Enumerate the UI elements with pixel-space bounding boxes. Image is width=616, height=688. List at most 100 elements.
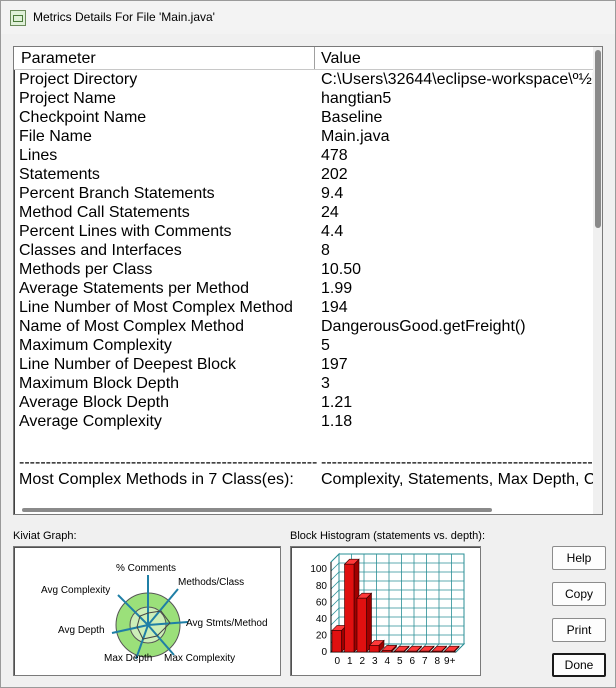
row-value: 24 <box>321 204 339 221</box>
table-row[interactable]: File Name Main.java <box>14 128 602 147</box>
histogram-x-tick-label: 8 <box>434 656 440 667</box>
table-row[interactable]: Average Block Depth 1.21 <box>14 394 602 413</box>
row-value: 197 <box>321 356 348 373</box>
table-row[interactable]: Name of Most Complex Method DangerousGood… <box>14 318 602 337</box>
row-value: 5 <box>321 337 330 354</box>
row-value: 1.21 <box>321 394 353 411</box>
table-row[interactable]: Maximum Block Depth 3 <box>14 375 602 394</box>
table-row[interactable]: Percent Lines with Comments 4.4 <box>14 223 602 242</box>
table-row[interactable]: Line Number of Most Complex Method 194 <box>14 299 602 318</box>
histogram-x-tick-label: 5 <box>397 656 403 667</box>
row-value: DangerousGood.getFreight() <box>321 318 526 335</box>
help-button[interactable]: Help <box>552 546 606 570</box>
row-parameter: Statements <box>19 166 100 183</box>
row-parameter: Percent Lines with Comments <box>19 223 232 240</box>
table-row[interactable]: Average Complexity 1.18 <box>14 413 602 432</box>
metrics-details-window: Metrics Details For File 'Main.java' Par… <box>0 0 616 688</box>
table-row[interactable]: Maximum Complexity 5 <box>14 337 602 356</box>
row-parameter: Name of Most Complex Method <box>19 318 244 335</box>
row-parameter: Lines <box>19 147 58 164</box>
table-row[interactable]: Methods per Class 10.50 <box>14 261 602 280</box>
table-row[interactable]: Lines 478 <box>14 147 602 166</box>
summary-row[interactable]: Most Complex Methods in 7 Class(es): Com… <box>14 471 602 490</box>
row-value: 4.4 <box>321 223 344 240</box>
copy-button[interactable]: Copy <box>552 582 606 606</box>
window-title: Metrics Details For File 'Main.java' <box>33 10 215 24</box>
kiviat-panel: % Comments Methods/Class Avg Stmts/Metho… <box>13 546 281 676</box>
row-parameter: Line Number of Deepest Block <box>19 356 236 373</box>
row-value: 478 <box>321 147 348 164</box>
row-value: 10.50 <box>321 261 362 278</box>
histogram-y-tick-label: 60 <box>316 597 328 608</box>
histogram-x-tick-label: 3 <box>372 656 378 667</box>
histogram-label: Block Histogram (statements vs. depth): <box>290 530 486 542</box>
row-parameter: Method Call Statements <box>19 204 190 221</box>
separator-param: ----------------------------------------… <box>19 454 318 471</box>
row-parameter: File Name <box>19 128 92 145</box>
row-value: Baseline <box>321 109 383 126</box>
histogram-y-tick-label: 100 <box>310 564 327 575</box>
histogram-x-tick-label: 9+ <box>444 656 456 667</box>
row-parameter: Average Complexity <box>19 413 162 430</box>
header-parameter[interactable]: Parameter <box>21 50 96 68</box>
row-parameter: Checkpoint Name <box>19 109 147 126</box>
row-value: 8 <box>321 242 330 259</box>
histogram-x-tick-label: 7 <box>422 656 428 667</box>
table-row[interactable]: Line Number of Deepest Block 197 <box>14 356 602 375</box>
app-icon <box>10 10 26 26</box>
kiviat-graph: % Comments Methods/Class Avg Stmts/Metho… <box>41 563 268 664</box>
kiviat-axis-methods-class: Methods/Class <box>178 577 244 588</box>
histogram-y-tick-label: 80 <box>316 581 328 592</box>
histogram-y-tick-label: 0 <box>321 647 327 658</box>
header-divider[interactable] <box>314 47 315 69</box>
row-parameter: Maximum Complexity <box>19 337 172 354</box>
row-parameter: Classes and Interfaces <box>19 242 182 259</box>
row-value: hangtian5 <box>321 90 392 107</box>
histogram-panel: 0 20 40 60 80 100 0 1 2 3 4 5 6 7 8 9+ <box>290 546 481 676</box>
row-parameter: Project Name <box>19 90 116 107</box>
kiviat-axis-max-depth: Max Depth <box>104 653 152 664</box>
row-parameter: Percent Branch Statements <box>19 185 215 202</box>
title-bar: Metrics Details For File 'Main.java' <box>1 1 615 34</box>
row-parameter: Project Directory <box>19 71 138 88</box>
horizontal-scrollbar-thumb[interactable] <box>22 508 492 512</box>
row-parameter: Average Statements per Method <box>19 280 250 297</box>
table-row[interactable]: Method Call Statements 24 <box>14 204 602 223</box>
histogram-y-tick-label: 20 <box>316 630 328 641</box>
vertical-scrollbar[interactable] <box>593 47 602 514</box>
header-value[interactable]: Value <box>321 50 361 68</box>
row-parameter: Methods per Class <box>19 261 153 278</box>
row-value: 3 <box>321 375 330 392</box>
kiviat-axis-comments: % Comments <box>116 563 176 574</box>
row-value: 1.18 <box>321 413 353 430</box>
table-row[interactable]: Project Name hangtian5 <box>14 90 602 109</box>
table-header: Parameter Value <box>14 47 602 70</box>
table-row[interactable]: Percent Branch Statements 9.4 <box>14 185 602 204</box>
row-value: 202 <box>321 166 348 183</box>
kiviat-axis-avg-stmts: Avg Stmts/Method <box>186 618 268 629</box>
table-row[interactable]: Average Statements per Method 1.99 <box>14 280 602 299</box>
table-row[interactable]: Statements 202 <box>14 166 602 185</box>
summary-param: Most Complex Methods in 7 Class(es): <box>19 471 294 488</box>
kiviat-axis-avg-depth: Avg Depth <box>58 625 105 636</box>
separator-value: ----------------------------------------… <box>321 454 603 471</box>
row-parameter: Average Block Depth <box>19 394 170 411</box>
table-row[interactable]: Checkpoint Name Baseline <box>14 109 602 128</box>
row-parameter: Maximum Block Depth <box>19 375 180 392</box>
table-row[interactable]: Classes and Interfaces 8 <box>14 242 602 261</box>
histogram-x-tick-label: 0 <box>334 656 340 667</box>
kiviat-label: Kiviat Graph: <box>13 530 77 542</box>
print-button[interactable]: Print <box>552 618 606 642</box>
kiviat-axis-max-complexity: Max Complexity <box>164 653 235 664</box>
metrics-table: Parameter Value Project Directory C:\User… <box>13 46 603 515</box>
histogram-x-tick-label: 6 <box>409 656 415 667</box>
row-value: Main.java <box>321 128 390 145</box>
histogram-bar <box>356 592 373 653</box>
row-parameter: Line Number of Most Complex Method <box>19 299 293 316</box>
done-button[interactable]: Done <box>552 653 606 677</box>
table-row[interactable]: Project Directory C:\Users\32644\eclipse-… <box>14 71 602 90</box>
vertical-scrollbar-thumb[interactable] <box>595 50 601 228</box>
row-value: C:\Users\32644\eclipse-workspace\º½li <box>321 71 599 88</box>
summary-value: Complexity, Statements, Max Depth, Ca <box>321 471 603 488</box>
histogram-x-tick-label: 4 <box>384 656 390 667</box>
